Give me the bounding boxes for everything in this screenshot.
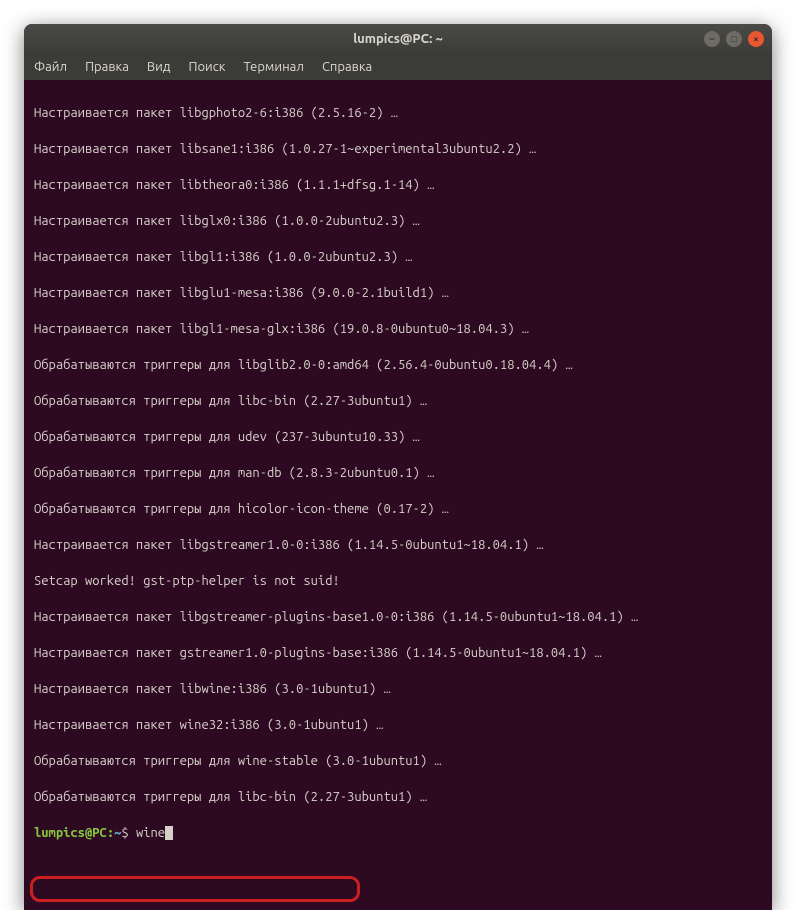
- menubar: Файл Правка Вид Поиск Терминал Справка: [24, 54, 772, 80]
- output-line: Обрабатываются триггеры для man-db (2.8.…: [34, 464, 762, 482]
- window-controls: – □ ×: [704, 31, 764, 47]
- prompt-userhost: lumpics@PC: [34, 826, 107, 840]
- prompt-colon: :: [107, 826, 114, 840]
- output-line: Настраивается пакет libwine:i386 (3.0-1u…: [34, 680, 762, 698]
- output-line: Настраивается пакет libgstreamer1.0-0:i3…: [34, 536, 762, 554]
- menu-search[interactable]: Поиск: [188, 60, 225, 74]
- output-line: Обрабатываются триггеры для libglib2.0-0…: [34, 356, 762, 374]
- menu-file[interactable]: Файл: [34, 60, 67, 74]
- terminal-output[interactable]: Настраивается пакет libgphoto2-6:i386 (2…: [24, 80, 772, 910]
- output-line: Обрабатываются триггеры для wine-stable …: [34, 752, 762, 770]
- output-line: Обрабатываются триггеры для udev (237-3u…: [34, 428, 762, 446]
- output-line: Настраивается пакет libglx0:i386 (1.0.0-…: [34, 212, 762, 230]
- output-line: Настраивается пакет libsane1:i386 (1.0.2…: [34, 140, 762, 158]
- output-line: Настраивается пакет libtheora0:i386 (1.1…: [34, 176, 762, 194]
- window-title: lumpics@PC: ~: [353, 32, 443, 46]
- output-line: Обрабатываются триггеры для libc-bin (2.…: [34, 392, 762, 410]
- output-line: Настраивается пакет libgstreamer-plugins…: [34, 608, 762, 626]
- menu-help[interactable]: Справка: [322, 60, 372, 74]
- output-line: Настраивается пакет libgl1:i386 (1.0.0-2…: [34, 248, 762, 266]
- cursor-icon: [165, 826, 173, 840]
- menu-terminal[interactable]: Терминал: [243, 60, 303, 74]
- menu-edit[interactable]: Правка: [85, 60, 129, 74]
- terminal-window: lumpics@PC: ~ – □ × Файл Правка Вид Поис…: [24, 24, 772, 910]
- maximize-button[interactable]: □: [726, 31, 742, 47]
- close-button[interactable]: ×: [748, 31, 764, 47]
- output-line: Обрабатываются триггеры для hicolor-icon…: [34, 500, 762, 518]
- annotation-highlight: [30, 876, 360, 902]
- titlebar[interactable]: lumpics@PC: ~ – □ ×: [24, 24, 772, 54]
- output-line: Настраивается пакет libgphoto2-6:i386 (2…: [34, 104, 762, 122]
- minimize-button[interactable]: –: [704, 31, 720, 47]
- output-line: Настраивается пакет libglu1-mesa:i386 (9…: [34, 284, 762, 302]
- command-input[interactable]: wine: [136, 826, 165, 840]
- prompt-dollar: $: [121, 826, 128, 840]
- prompt-path: ~: [114, 826, 121, 840]
- output-line: Настраивается пакет wine32:i386 (3.0-1ub…: [34, 716, 762, 734]
- output-line: Настраивается пакет gstreamer1.0-plugins…: [34, 644, 762, 662]
- menu-view[interactable]: Вид: [147, 60, 171, 74]
- output-line: Обрабатываются триггеры для libc-bin (2.…: [34, 788, 762, 806]
- output-line: Настраивается пакет libgl1-mesa-glx:i386…: [34, 320, 762, 338]
- output-line: Setcap worked! gst-ptp-helper is not sui…: [34, 572, 762, 590]
- prompt-line: lumpics@PC:~$ wine: [34, 824, 762, 842]
